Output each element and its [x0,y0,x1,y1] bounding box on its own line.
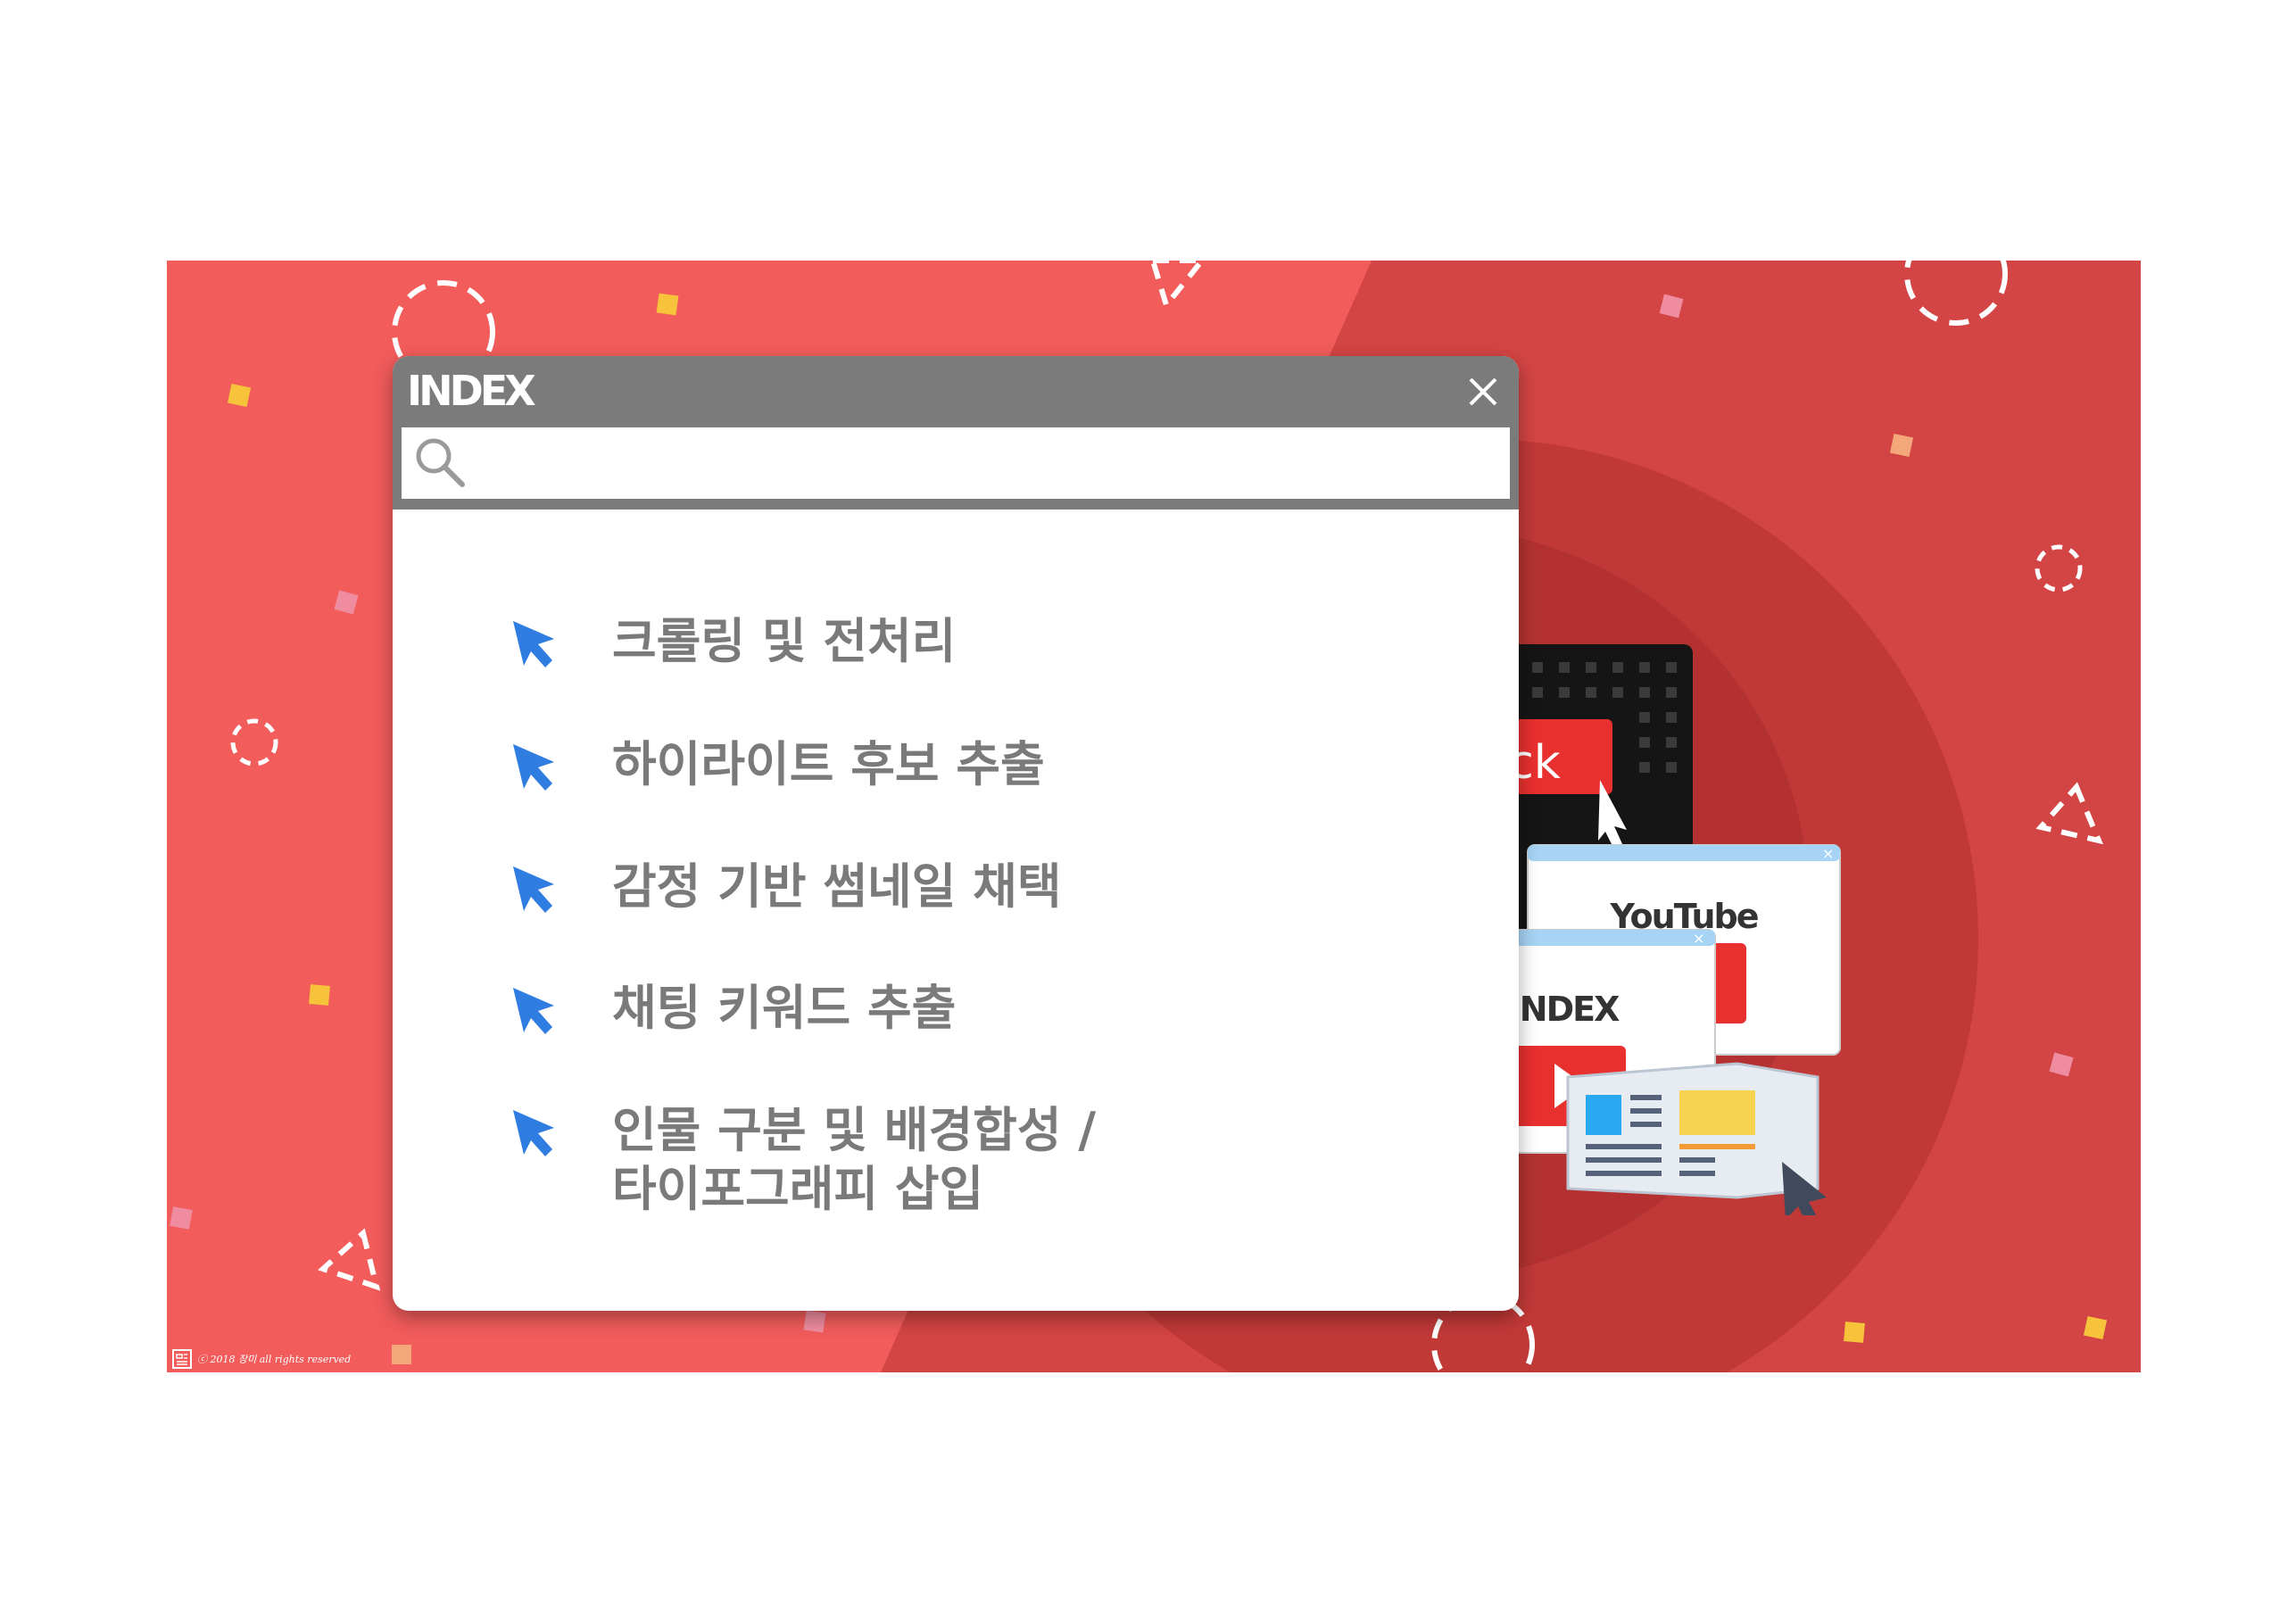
index-item-label: 하이라이트 후보 추출 [612,736,1045,792]
search-icon [416,438,465,487]
cursor-arrow-icon [513,1110,554,1156]
logo-icon [172,1349,192,1369]
index-window: INDEX 크롤링 및 전처리 하이라이트 후보 추출 감정 기반 썸네일 채택… [393,356,1519,1311]
window-title: INDEX [407,367,536,415]
index-item-label-line2: 타이포그래피 삽입 [612,1161,984,1217]
illustration: Click × YouTube × INDEX [1425,644,1841,1215]
title-bar: INDEX [393,356,1519,427]
index-item-label: 감정 기반 썸네일 채택 [612,858,1062,915]
index-item-label: 크롤링 및 전처리 [612,613,957,669]
cursor-arrow-icon [513,744,554,791]
close-icon[interactable] [1465,374,1501,410]
svg-text:×: × [1822,845,1834,862]
newspaper-icon [1566,1062,1819,1199]
index-item-label: 채팅 키워드 추출 [612,980,957,1036]
svg-text:×: × [1693,930,1704,947]
index-label: INDEX [1509,990,1620,1029]
cursor-arrow-icon [513,866,554,913]
search-bar [393,427,1519,510]
footer: ⓒ 2018 장미 all rights reserved [172,1349,351,1369]
search-box [402,427,1510,499]
cursor-arrow-icon [513,988,554,1034]
slide: Click × YouTube × INDEX [167,261,2141,1372]
copyright-text: ⓒ 2018 장미 all rights reserved [197,1354,352,1365]
index-item-label-line1: 인물 구분 및 배경합성 / [612,1102,1097,1158]
search-input[interactable] [482,433,1501,493]
cursor-arrow-icon [513,621,554,667]
